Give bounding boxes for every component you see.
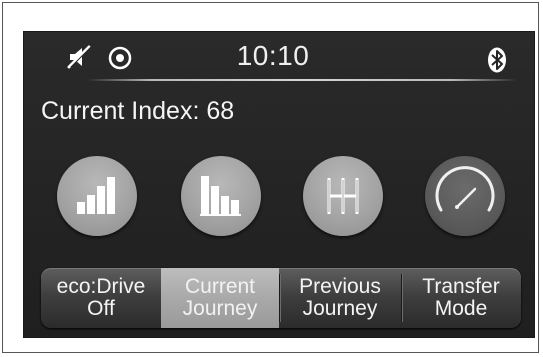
gear-shift-icon	[327, 178, 359, 214]
mute-icon[interactable]	[67, 45, 93, 69]
tab-label-line2: Mode	[434, 297, 488, 320]
target-icon[interactable]	[107, 45, 133, 71]
gauge-button[interactable]	[425, 156, 505, 236]
bar-chart-icon	[200, 176, 241, 216]
outer-frame: 10:10 Current Index: 68 eco:Drive Off Cu…	[2, 2, 539, 353]
gear-shift-button[interactable]	[303, 156, 383, 236]
display-screen: 10:10 Current Index: 68 eco:Drive Off Cu…	[23, 31, 535, 338]
current-index-label: Current Index: 68	[41, 97, 235, 125]
status-bar: 10:10	[23, 31, 535, 79]
gauge-icon	[435, 166, 495, 212]
clock-time: 10:10	[236, 40, 310, 71]
bluetooth-icon	[487, 47, 507, 73]
tab-previous-journey[interactable]: Previous Journey	[279, 268, 401, 328]
tab-current-journey[interactable]: Current Journey	[161, 268, 279, 328]
tab-label-line2: Journey	[302, 297, 378, 320]
tab-divider	[279, 274, 280, 322]
tab-divider	[401, 274, 402, 322]
tab-label-line1: Current	[184, 275, 256, 298]
bar-chart-button[interactable]	[181, 156, 261, 236]
signal-bars-icon	[77, 177, 115, 214]
signal-bars-button[interactable]	[57, 156, 137, 236]
mode-tab-bar: eco:Drive Off Current Journey Previous J…	[41, 268, 521, 328]
tab-eco-drive-off[interactable]: eco:Drive Off	[41, 268, 161, 328]
tab-label-line1: Previous	[299, 275, 381, 298]
tab-label-line1: Transfer	[422, 275, 500, 298]
tab-label-line2: Off	[87, 297, 115, 320]
status-divider	[87, 79, 517, 81]
tab-label-line1: eco:Drive	[56, 275, 146, 298]
tab-label-line2: Journey	[182, 297, 258, 320]
tab-transfer-mode[interactable]: Transfer Mode	[401, 268, 521, 328]
